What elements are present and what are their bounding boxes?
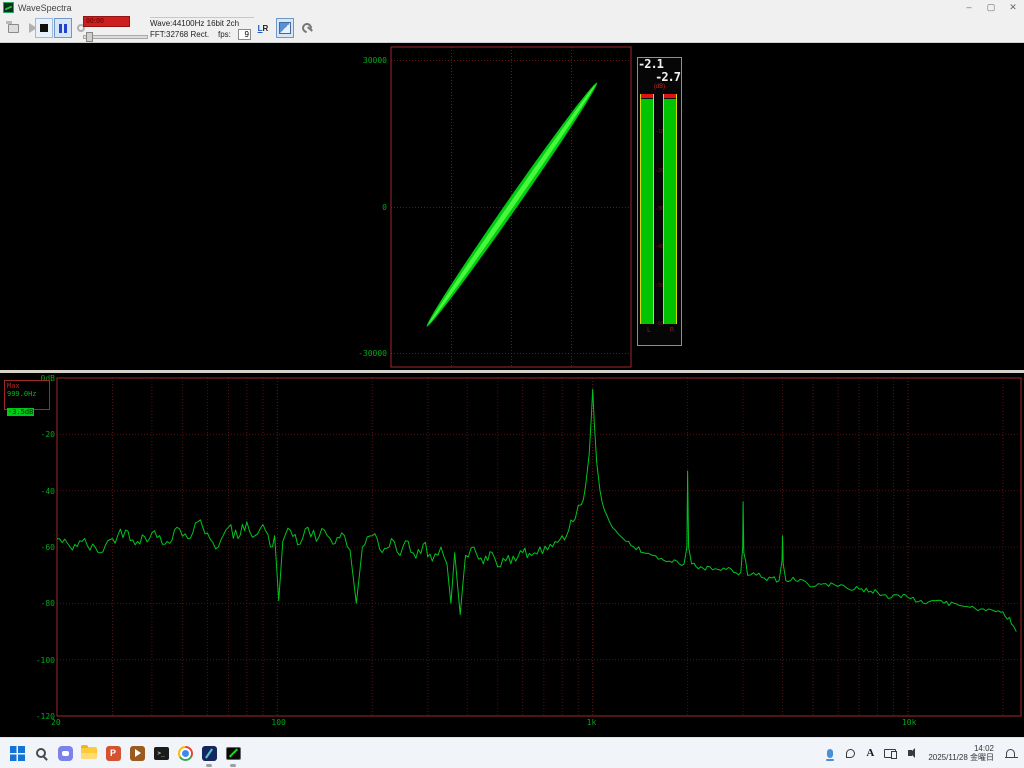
taskbar-app-start[interactable]	[5, 739, 29, 768]
taskbar-app-term[interactable]	[149, 739, 173, 768]
speaker-icon	[908, 750, 912, 756]
meter-channel-label: R	[663, 326, 681, 334]
volume-tray-button[interactable]	[900, 739, 920, 768]
close-button[interactable]: ✕	[1002, 2, 1024, 13]
meter-scale-label: -30	[655, 206, 663, 212]
clock-date: 2025/11/28 金曜日	[928, 753, 994, 762]
darkapp-icon	[202, 746, 217, 761]
peak-level: -3.5dB	[7, 408, 34, 416]
chrome-icon	[178, 746, 193, 761]
maximize-button[interactable]: ▢	[980, 2, 1002, 13]
ime-indicator[interactable]: A	[860, 739, 880, 768]
start-icon	[10, 746, 25, 761]
meter-scale-label: -20	[655, 168, 663, 174]
notifications-button[interactable]	[1000, 739, 1020, 768]
term-icon	[154, 747, 169, 760]
ws-icon	[226, 747, 241, 760]
meter-scale-label: -40	[655, 244, 663, 250]
stop-button[interactable]	[35, 18, 53, 38]
peak-legend-title: Max	[7, 382, 47, 390]
peak-frequency: 999.0Hz	[7, 390, 47, 399]
meter-scale-label: -10	[655, 129, 663, 135]
clock-time: 14:02	[928, 744, 994, 753]
level-readout-right: -2.7	[638, 71, 681, 84]
search-icon	[36, 748, 46, 758]
microphone-icon	[827, 749, 833, 758]
window-controls: – ▢ ✕	[958, 2, 1024, 13]
screen: WaveSpectra – ▢ ✕ 00:00 Wave:44100Hz 16b…	[0, 0, 1024, 768]
running-indicator	[230, 764, 236, 767]
level-bar-left	[640, 94, 654, 324]
level-meter-panel: -2.1 -2.7 (dB) -10-20-30-40-50-60 LR	[637, 57, 682, 346]
running-indicator	[206, 764, 212, 767]
channel-lr-button[interactable]: LR	[254, 18, 272, 38]
open-button[interactable]	[4, 18, 22, 38]
stop-icon	[40, 24, 48, 32]
lissajous-ymin-label: -30000	[353, 349, 387, 358]
ppt-icon	[106, 746, 121, 761]
taskbar-app-folder[interactable]	[77, 739, 101, 768]
microphone-tray-button[interactable]	[820, 739, 840, 768]
meter-channel-label: L	[640, 326, 658, 334]
fps-value: 9	[238, 29, 251, 40]
taskbar: A 14:02 2025/11/28 金曜日	[0, 737, 1024, 768]
audio-device-icon	[846, 749, 855, 758]
window-title: WaveSpectra	[18, 3, 72, 13]
system-tray: A 14:02 2025/11/28 金曜日	[820, 739, 1020, 768]
level-bar-right	[663, 94, 677, 324]
audio-device-tray-button[interactable]	[840, 739, 860, 768]
lissajous-plot	[385, 43, 637, 373]
open-file-icon	[8, 24, 19, 33]
lissajous-ymax-label: 30000	[353, 56, 387, 65]
taskbar-app-ppt[interactable]	[101, 739, 125, 768]
taskbar-app-chat[interactable]	[53, 739, 77, 768]
peak-legend: Max 999.0Hz -3.5dB	[4, 380, 50, 410]
meter-unit-label: (dB)	[638, 84, 681, 91]
ime-icon: A	[866, 747, 874, 759]
network-tray-button[interactable]	[880, 739, 900, 768]
folder-icon	[81, 747, 97, 759]
meter-bars: -10-20-30-40-50-60	[638, 94, 681, 324]
lissajous-yzero-label: 0	[353, 203, 387, 212]
taskbar-app-search[interactable]	[29, 739, 53, 768]
network-icon	[884, 749, 896, 758]
wavespectra-app-icon	[3, 2, 14, 13]
client-area: 30000 0 -30000 -2.1 -2.7 (dB) -10-20-30-…	[0, 43, 1024, 737]
media-icon	[130, 746, 145, 761]
meter-scale: -10-20-30-40-50-60	[655, 94, 663, 324]
taskbar-app-media[interactable]	[125, 739, 149, 768]
seek-slider[interactable]	[83, 35, 148, 39]
clock[interactable]: 14:02 2025/11/28 金曜日	[928, 744, 994, 762]
pause-button[interactable]	[54, 18, 72, 38]
taskbar-apps	[5, 739, 245, 768]
display-mode-button[interactable]	[276, 18, 294, 38]
meter-channel-labels: LR	[638, 326, 681, 334]
wrench-icon	[301, 22, 313, 34]
toolbar: 00:00 Wave:44100Hz 16bit 2ch FFT:32768 R…	[0, 15, 1024, 43]
settings-button[interactable]	[298, 18, 316, 38]
title-bar: WaveSpectra – ▢ ✕	[0, 0, 1024, 15]
meter-scale-label: -50	[655, 283, 663, 289]
channel-lr-icon: LR	[258, 24, 269, 33]
wave-info: Wave:44100Hz 16bit 2ch	[150, 18, 254, 29]
display-mode-icon	[279, 22, 291, 34]
taskbar-app-darkapp[interactable]	[197, 739, 221, 768]
minimize-button[interactable]: –	[958, 2, 980, 13]
spectrum-plot	[0, 373, 1024, 737]
chat-icon	[58, 746, 73, 761]
pause-icon	[59, 24, 67, 33]
taskbar-app-ws[interactable]	[221, 739, 245, 768]
fps-label: fps:	[218, 30, 231, 39]
bell-icon	[1006, 749, 1015, 757]
seek-thumb[interactable]	[86, 32, 93, 42]
position-display: 00:00	[83, 16, 130, 27]
taskbar-app-chrome[interactable]	[173, 739, 197, 768]
